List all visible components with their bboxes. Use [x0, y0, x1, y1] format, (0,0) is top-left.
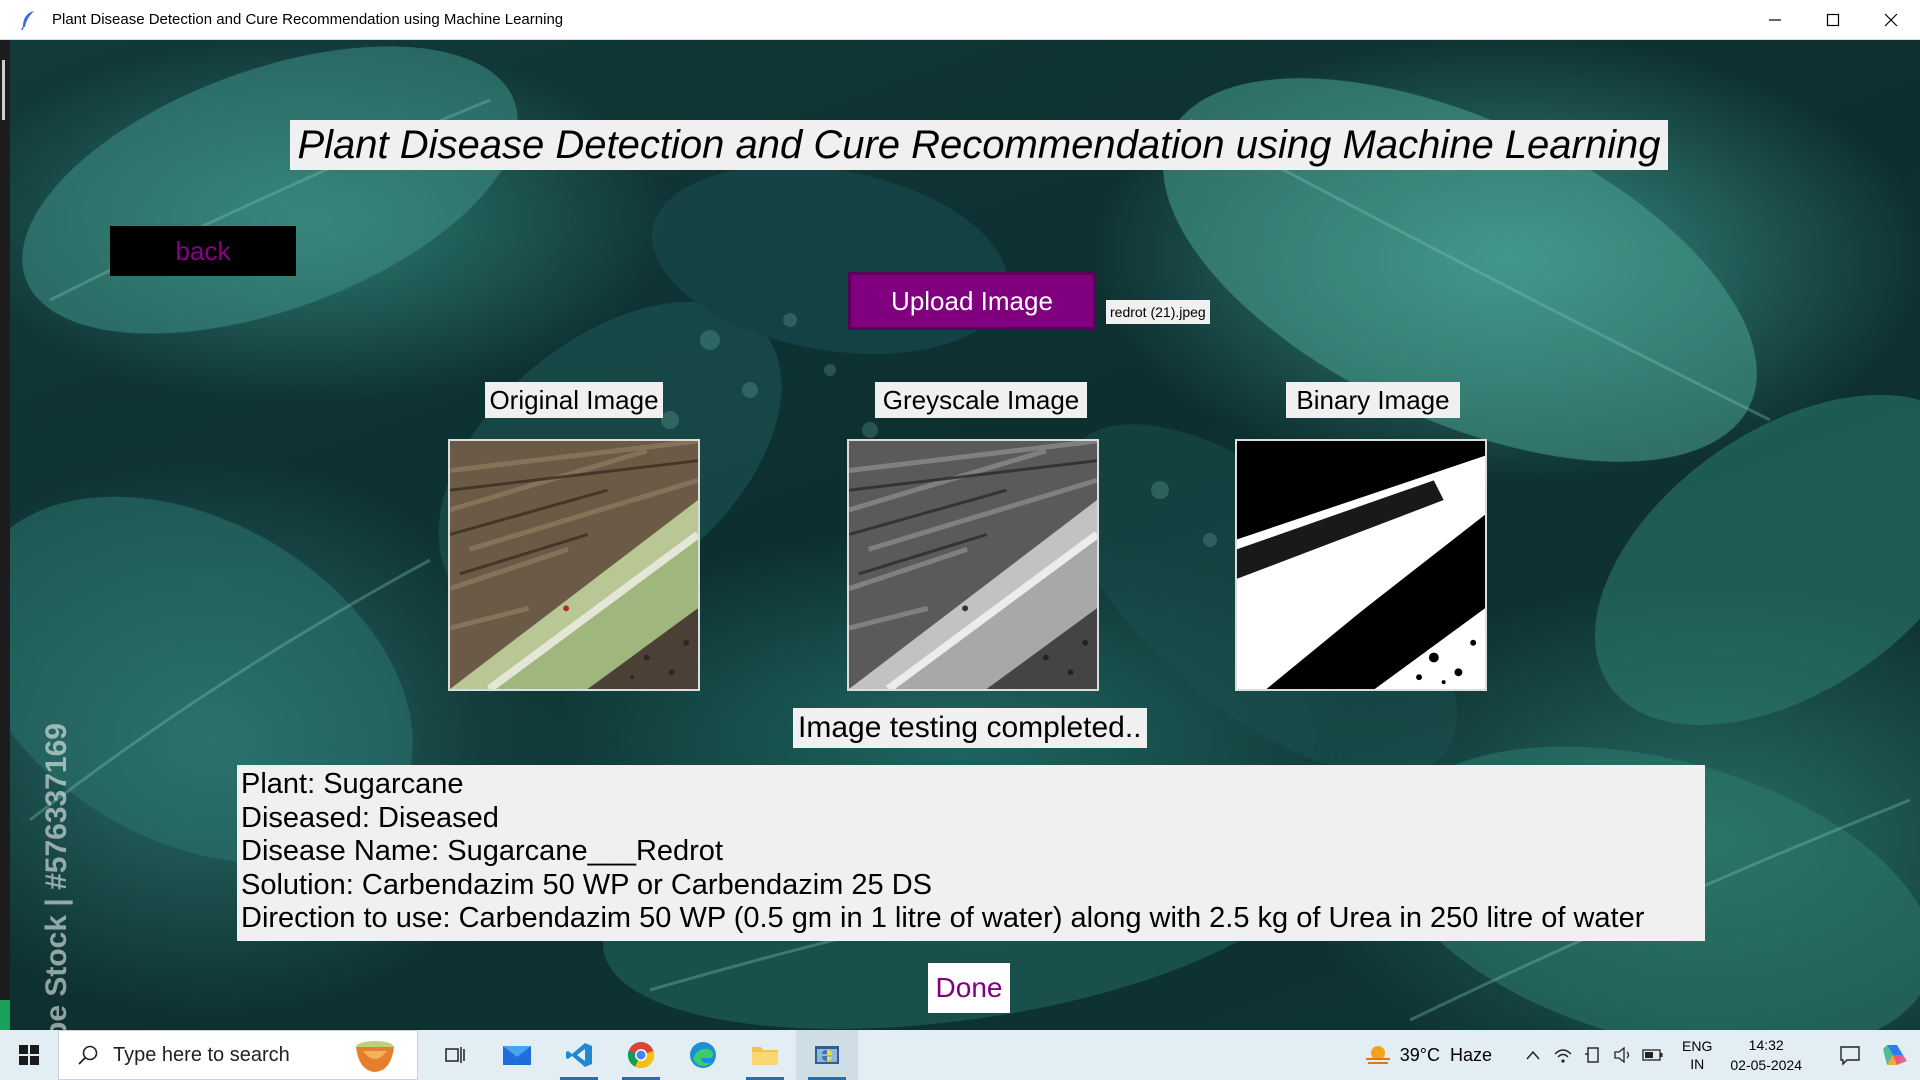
result-disease-name: Disease Name: Sugarcane___Redrot	[241, 835, 723, 868]
clock[interactable]: 14:32 02-05-2024	[1730, 1035, 1802, 1075]
copilot-button[interactable]	[1870, 1041, 1920, 1069]
taskbar: Type here to search 39°C Haze ENG IN 14:…	[0, 1030, 1920, 1080]
search-placeholder: Type here to search	[113, 1043, 290, 1066]
original-image	[448, 439, 700, 691]
page-title: Plant Disease Detection and Cure Recomme…	[290, 120, 1668, 170]
result-solution: Solution: Carbendazim 50 WP or Carbendaz…	[241, 868, 932, 901]
result-direction: Direction to use: Carbendazim 50 WP (0.5…	[241, 902, 1645, 935]
feather-icon	[21, 10, 34, 30]
chrome-app-button[interactable]	[610, 1030, 672, 1080]
window-title: Plant Disease Detection and Cure Recomme…	[52, 11, 564, 28]
maximize-button[interactable]	[1804, 0, 1862, 39]
original-image-label: Original Image	[485, 382, 663, 418]
result-plant: Plant: Sugarcane	[241, 768, 464, 800]
left-edge-strip	[0, 40, 10, 1030]
start-button[interactable]	[0, 1030, 58, 1080]
search-highlight-icon	[356, 1041, 394, 1072]
edge-app-button[interactable]	[672, 1030, 734, 1080]
greyscale-image	[847, 439, 1099, 691]
vscode-app-button[interactable]	[548, 1030, 610, 1080]
binary-image-label: Binary Image	[1286, 382, 1460, 418]
language-code: ENG	[1682, 1038, 1713, 1054]
close-button[interactable]	[1862, 0, 1920, 39]
taskbar-apps	[424, 1030, 858, 1080]
python-app-button[interactable]	[796, 1030, 858, 1080]
language-indicator[interactable]: ENG IN	[1682, 1037, 1712, 1073]
done-button[interactable]: Done	[928, 963, 1010, 1013]
weather-temperature: 39°C	[1399, 1044, 1440, 1065]
minimize-button[interactable]	[1746, 0, 1804, 39]
weather-widget[interactable]: 39°C Haze	[1364, 1043, 1492, 1067]
results-panel: Plant: Sugarcane Diseased: Diseased Dise…	[237, 765, 1705, 941]
battery-icon	[1642, 1049, 1663, 1061]
stock-watermark: be Stock | #576337169	[40, 723, 73, 1030]
search-icon	[78, 1045, 98, 1065]
speaker-icon	[1614, 1046, 1630, 1064]
network-button[interactable]	[1548, 1046, 1578, 1064]
file-explorer-app-button[interactable]	[734, 1030, 796, 1080]
vscode-icon	[566, 1043, 592, 1067]
minimize-icon	[1769, 18, 1781, 21]
weather-condition: Haze	[1450, 1044, 1493, 1065]
chrome-icon	[627, 1042, 655, 1069]
language-region: IN	[1690, 1056, 1705, 1072]
edge-icon	[690, 1042, 716, 1068]
device-button[interactable]	[1578, 1046, 1608, 1064]
mail-app-button[interactable]	[486, 1030, 548, 1080]
task-view-icon	[445, 1047, 465, 1063]
wifi-icon	[1554, 1049, 1572, 1063]
result-diseased: Diseased: Diseased	[241, 801, 499, 834]
status-message: Image testing completed..	[793, 708, 1147, 748]
clock-time: 14:32	[1748, 1037, 1784, 1053]
system-tray: 39°C Haze ENG IN 14:32 02-05-2024	[1364, 1030, 1920, 1080]
notification-center-button[interactable]	[1830, 1044, 1870, 1066]
screen: Plant Disease Detection and Cure Recomme…	[0, 0, 1920, 1080]
greyscale-image-label: Greyscale Image	[875, 382, 1087, 418]
upload-image-button[interactable]: Upload Image	[848, 272, 1096, 330]
battery-button[interactable]	[1638, 1048, 1668, 1062]
back-button[interactable]: back	[110, 226, 296, 276]
task-view-button[interactable]	[424, 1030, 486, 1080]
show-hidden-icons-button[interactable]	[1518, 1049, 1548, 1061]
close-icon	[1884, 13, 1898, 26]
maximize-icon	[1826, 13, 1840, 26]
volume-button[interactable]	[1608, 1046, 1638, 1064]
taskbar-search[interactable]: Type here to search	[58, 1030, 418, 1080]
device-icon	[1585, 1047, 1599, 1063]
copilot-icon	[1883, 1045, 1907, 1065]
haze-sun-icon	[1365, 1046, 1390, 1064]
folder-icon	[752, 1047, 778, 1065]
mail-icon	[503, 1046, 531, 1065]
binary-image	[1235, 439, 1487, 691]
python-window-icon	[815, 1046, 839, 1064]
windows-logo-icon	[19, 1045, 39, 1065]
window-titlebar[interactable]: Plant Disease Detection and Cure Recomme…	[0, 0, 1920, 40]
chevron-up-icon	[1526, 1050, 1540, 1060]
notification-icon	[1840, 1046, 1860, 1066]
clock-date: 02-05-2024	[1730, 1057, 1802, 1073]
selected-filename: redrot (21).jpeg	[1106, 300, 1210, 324]
app-window: be Stock | #576337169 Plant Disease Dete…	[10, 40, 1920, 1030]
